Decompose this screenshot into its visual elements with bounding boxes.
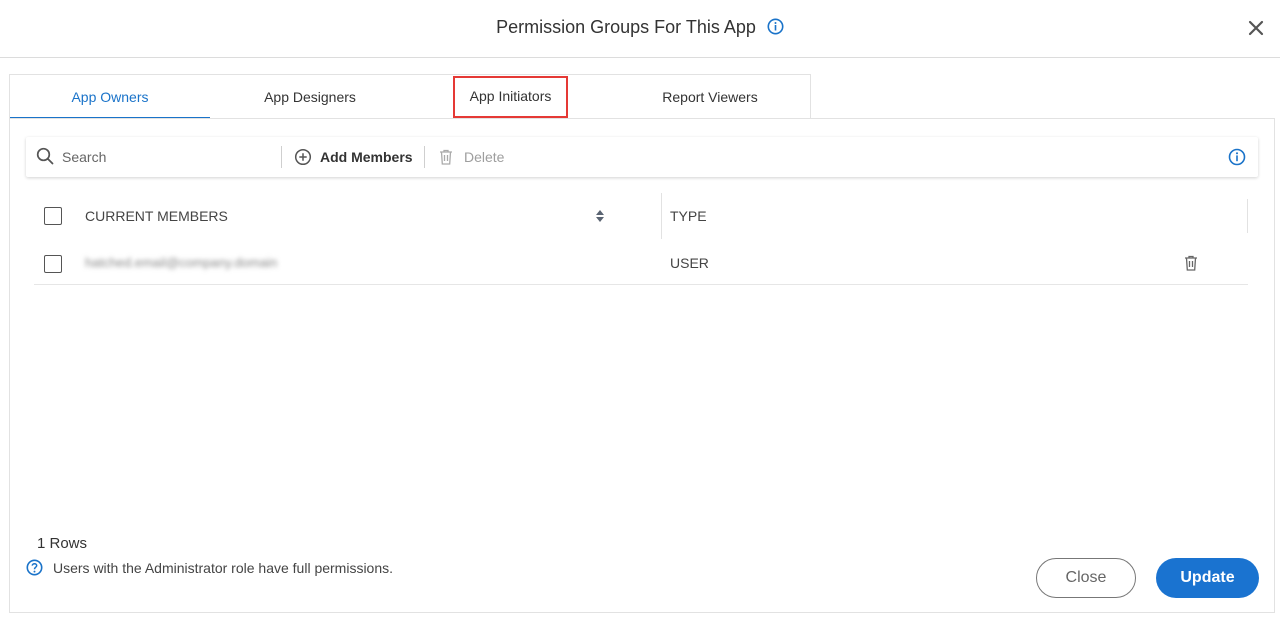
row-divider	[34, 284, 1248, 285]
column-divider	[1247, 199, 1248, 233]
tab-app-owners[interactable]: App Owners	[10, 75, 210, 119]
toolbar: Add Members Delete	[26, 137, 1258, 177]
tab-app-designers[interactable]: App Designers	[210, 75, 410, 119]
dialog-title-text: Permission Groups For This App	[496, 17, 756, 37]
admin-note: Users with the Administrator role have f…	[26, 559, 393, 576]
admin-note-text: Users with the Administrator role have f…	[53, 559, 394, 576]
column-header-current-members[interactable]: CURRENT MEMBERS	[85, 193, 228, 239]
info-icon[interactable]	[767, 18, 784, 40]
sort-icon[interactable]	[595, 209, 605, 228]
search-icon	[36, 147, 54, 170]
help-circle-icon	[26, 559, 43, 576]
close-icon[interactable]	[1246, 18, 1266, 38]
delete-label: Delete	[464, 149, 505, 165]
add-members-button[interactable]: Add Members	[294, 137, 413, 177]
tab-app-initiators[interactable]: App Initiators	[453, 76, 568, 118]
permission-panel: App Owners App Designers App Initiators …	[9, 74, 1275, 613]
update-button[interactable]: Update	[1156, 558, 1259, 598]
trash-icon[interactable]	[1183, 254, 1199, 277]
tab-content: Add Members Delete CURRENT MEMBERS TYPE	[9, 118, 1275, 613]
dialog-title: Permission Groups For This App	[0, 17, 1280, 40]
add-circle-icon	[294, 148, 312, 166]
column-divider	[661, 193, 662, 239]
member-name: hatched.email@company.domain	[85, 255, 278, 270]
trash-icon	[438, 148, 454, 166]
toolbar-divider	[281, 146, 282, 168]
tab-report-viewers[interactable]: Report Viewers	[610, 75, 810, 119]
member-type: USER	[670, 255, 709, 271]
close-button[interactable]: Close	[1036, 558, 1136, 598]
row-checkbox[interactable]	[44, 255, 62, 273]
rows-count: 1 Rows	[37, 535, 88, 552]
search-input[interactable]	[62, 145, 272, 169]
select-all-checkbox[interactable]	[44, 207, 62, 225]
add-members-label: Add Members	[320, 149, 413, 165]
column-header-type: TYPE	[670, 208, 707, 224]
dialog-header: Permission Groups For This App	[0, 0, 1280, 58]
toolbar-divider	[424, 146, 425, 168]
table-row: hatched.email@company.domain USER	[34, 239, 1248, 285]
info-icon[interactable]	[1228, 148, 1246, 171]
delete-button[interactable]: Delete	[438, 137, 504, 177]
tab-bar: App Owners App Designers App Initiators …	[9, 74, 811, 119]
